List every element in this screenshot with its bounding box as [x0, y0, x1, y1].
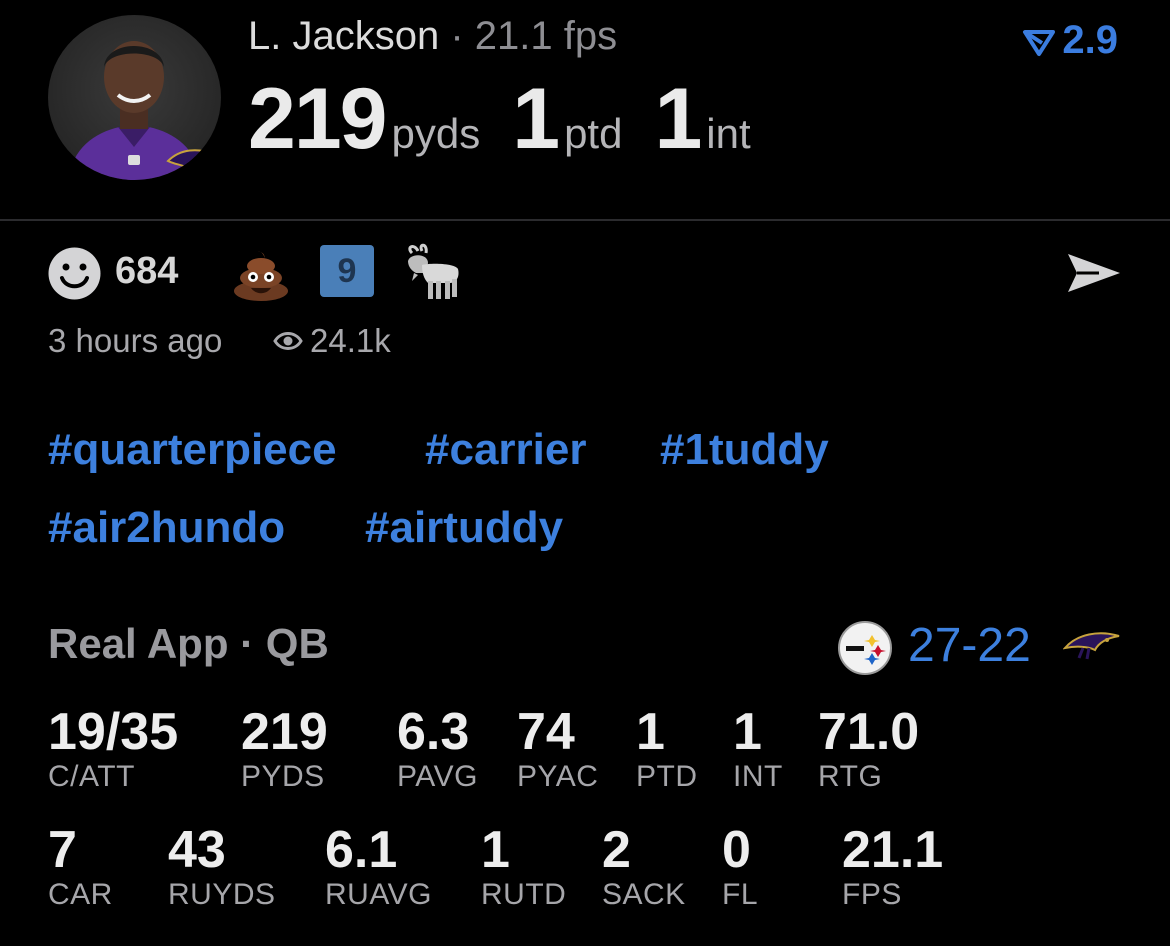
- stat-rutd: 1 RUTD: [481, 820, 566, 912]
- stat-label: RTG: [818, 760, 883, 793]
- goat-emoji-icon[interactable]: [402, 243, 462, 301]
- score-delta[interactable]: 2.9: [1022, 18, 1118, 63]
- player-avatar[interactable]: [48, 15, 221, 180]
- game-score[interactable]: 27-22: [908, 618, 1031, 673]
- stat-sack: 2 SACK: [602, 820, 686, 912]
- stat-label: RUAVG: [325, 878, 432, 911]
- send-icon[interactable]: [1065, 250, 1123, 296]
- stat-pyds: 219 PYDS: [241, 702, 328, 794]
- stat-value: 2: [602, 821, 631, 879]
- stat-ruavg: 6.1 RUAVG: [325, 820, 432, 912]
- headline-int-unit: int: [706, 110, 751, 157]
- league-position-label: Real App · QB: [48, 620, 329, 667]
- headline-ptd-value: 1: [512, 71, 560, 167]
- post-time: 3 hours ago: [48, 322, 223, 359]
- stat-value: 1: [636, 703, 665, 761]
- stat-car: 7 CAR: [48, 820, 113, 912]
- stat-label: PYDS: [241, 760, 325, 793]
- view-count: 24.1k: [310, 322, 391, 359]
- hashtag-link[interactable]: #carrier: [425, 425, 586, 475]
- stat-label: PAVG: [397, 760, 478, 793]
- header-divider: [0, 219, 1170, 221]
- stat-label: FL: [722, 878, 759, 911]
- headline-ptd-unit: ptd: [564, 110, 623, 157]
- steelers-logo-icon[interactable]: [838, 621, 892, 675]
- stat-value: 1: [733, 703, 762, 761]
- stat-label: INT: [733, 760, 783, 793]
- hashtag-link[interactable]: #quarterpiece: [48, 425, 337, 475]
- player-fps: 21.1 fps: [474, 14, 618, 58]
- stat-c-att: 19/35 C/ATT: [48, 702, 178, 794]
- smile-count: 684: [115, 250, 179, 292]
- stat-rtg: 71.0 RTG: [818, 702, 919, 794]
- stat-fl: 0 FL: [722, 820, 758, 912]
- headline-pyds-value: 219: [248, 71, 387, 167]
- stat-value: 21.1: [842, 821, 944, 879]
- stat-label: C/ATT: [48, 760, 135, 793]
- stat-label: SACK: [602, 878, 686, 911]
- player-title-line: L. Jackson · 21.1 fps: [248, 14, 617, 59]
- stat-label: CAR: [48, 878, 113, 911]
- stat-value: 19/35: [48, 703, 179, 761]
- stat-label: RUTD: [481, 878, 567, 911]
- delta-value: 2.9: [1062, 18, 1118, 62]
- stat-label: FPS: [842, 878, 902, 911]
- eye-icon: [273, 332, 303, 350]
- stat-pavg: 6.3 PAVG: [397, 702, 478, 794]
- stat-value: 0: [722, 821, 751, 879]
- stat-value: 1: [481, 821, 510, 879]
- stat-value: 43: [168, 821, 226, 879]
- stat-label: PYAC: [517, 760, 599, 793]
- ravens-logo-icon[interactable]: [1063, 628, 1121, 662]
- hashtag-link[interactable]: #1tuddy: [660, 425, 829, 475]
- stat-value: 74: [517, 703, 575, 761]
- stat-value: 6.1: [325, 821, 398, 879]
- trend-arrow-icon: [1023, 30, 1056, 57]
- headline-pyds-unit: pyds: [391, 110, 481, 157]
- stat-int: 1 INT: [733, 702, 783, 794]
- stat-value: 6.3: [397, 703, 470, 761]
- headline-stats: 219 pyds 1 ptd 1 int: [248, 70, 783, 169]
- poop-emoji-icon[interactable]: [232, 247, 290, 301]
- nine-badge-icon[interactable]: 9: [320, 245, 374, 297]
- headline-int-value: 1: [654, 71, 702, 167]
- stat-ptd: 1 PTD: [636, 702, 698, 794]
- stat-value: 219: [241, 703, 328, 761]
- stat-ruyds: 43 RUYDS: [168, 820, 276, 912]
- hashtag-link[interactable]: #airtuddy: [365, 503, 563, 553]
- smile-icon[interactable]: [48, 247, 101, 300]
- stat-label: PTD: [636, 760, 698, 793]
- stat-value: 71.0: [818, 703, 920, 761]
- title-separator: ·: [439, 14, 475, 58]
- player-name[interactable]: L. Jackson: [248, 14, 439, 58]
- stat-pyac: 74 PYAC: [517, 702, 598, 794]
- hashtag-link[interactable]: #air2hundo: [48, 503, 285, 553]
- stat-label: RUYDS: [168, 878, 276, 911]
- stat-value: 7: [48, 821, 77, 879]
- stat-fps: 21.1 FPS: [842, 820, 943, 912]
